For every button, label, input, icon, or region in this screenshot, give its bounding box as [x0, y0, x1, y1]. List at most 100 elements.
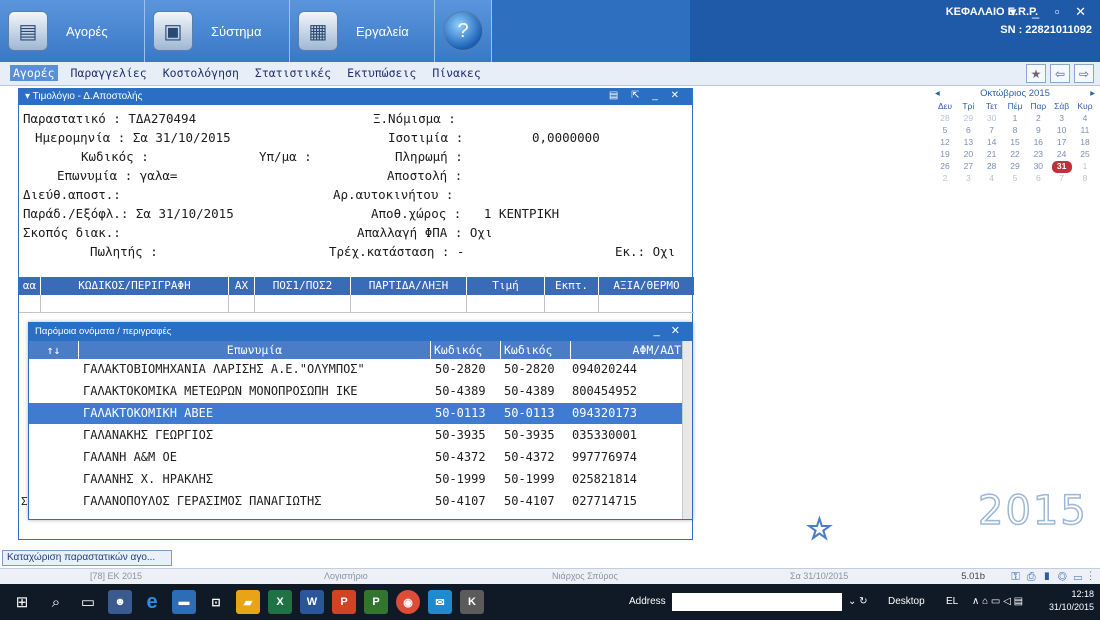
calendar-day[interactable]: 5 [935, 125, 955, 137]
field-name[interactable]: Επωνυμία : γαλα= [57, 168, 177, 183]
calendar-day[interactable]: 6 [1028, 173, 1048, 185]
excel-icon[interactable]: X [268, 590, 292, 614]
field-vat-exempt[interactable]: Απαλλαγή ΦΠΑ : Οχι [357, 225, 492, 240]
calendar-day[interactable]: 11 [1075, 125, 1095, 137]
calendar-day[interactable]: 14 [982, 137, 1002, 149]
calendar-day[interactable]: 18 [1075, 137, 1095, 149]
erp-app-icon[interactable]: K [460, 590, 484, 614]
calendar-day[interactable]: 7 [982, 125, 1002, 137]
calendar-day[interactable]: 27 [958, 161, 978, 173]
mail-icon[interactable]: ✉ [428, 590, 452, 614]
col-aa[interactable]: αα [19, 277, 41, 295]
calendar-day[interactable]: 28 [935, 113, 955, 125]
field-vehicle[interactable]: Αρ.αυτοκινήτου : [333, 187, 453, 202]
desktop-icon[interactable]: ▬ [172, 590, 196, 614]
calendar-day[interactable]: 5 [1005, 173, 1025, 185]
calendar-day[interactable]: 26 [935, 161, 955, 173]
list-item-selected[interactable]: ΓΑΛΑΚΤΟΚΟΜΙΚΗ ΑΒΕΕ 50-0113 50-0113 09432… [29, 403, 684, 424]
field-status[interactable]: Τρέχ.κατάσταση : - [329, 244, 464, 259]
calendar-day[interactable]: 2 [1028, 113, 1048, 125]
calendar-day[interactable]: 29 [1005, 161, 1025, 173]
calendar-day[interactable]: 1 [1075, 161, 1095, 173]
menu-purchases[interactable]: Αγορές [10, 65, 58, 81]
col-code1[interactable]: Κωδικός [431, 341, 501, 359]
calendar-day[interactable]: 24 [1052, 149, 1072, 161]
calendar-day[interactable]: 7 [1052, 173, 1072, 185]
list-item[interactable]: ΓΑΛΑΚΤΟΚΟΜΙΚΑ ΜΕΤΕΩΡΩΝ ΜΟΝΟΠΡΟΣΩΠΗ ΙΚΕ 5… [29, 381, 684, 402]
address-input[interactable] [672, 593, 842, 611]
calendar-day[interactable]: 8 [1075, 173, 1095, 185]
field-code[interactable]: Κωδικός : [81, 149, 149, 164]
window-controls[interactable]: ▾ _ ▫ ✕ [1010, 4, 1092, 20]
calendar-day[interactable]: 29 [958, 113, 978, 125]
calendar-day[interactable]: 16 [1028, 137, 1048, 149]
calendar-day[interactable]: 4 [982, 173, 1002, 185]
calendar-day[interactable]: 17 [1052, 137, 1072, 149]
menu-tables[interactable]: Πίνακες [429, 65, 483, 81]
col-ax[interactable]: ΑΧ [229, 277, 255, 295]
status-tool-icons[interactable]: ⚿ ⎙ ▮ ◎ ▭ ⋮ [1011, 571, 1094, 584]
word-icon[interactable]: W [300, 590, 324, 614]
task-view-icon[interactable]: ▭ [76, 590, 100, 614]
module-system[interactable]: ▣ Σύστημα [145, 0, 290, 62]
calendar-day[interactable]: 4 [1075, 113, 1095, 125]
list-item[interactable]: ΓΑΛΑΝΟΠΟΥΛΟΣ ΓΕΡΑΣΙΜΟΣ ΠΑΝΑΓΙΩΤΗΣ 50-410… [29, 491, 684, 512]
desktop-label[interactable]: Desktop [888, 596, 925, 607]
calendar-day[interactable]: 28 [982, 161, 1002, 173]
favorite-icon[interactable]: ★ [1026, 64, 1046, 83]
open-window-tab[interactable]: Καταχώριση παραστατικών αγο... [2, 550, 172, 566]
module-help[interactable]: ? [435, 0, 492, 62]
calendar-prev-icon[interactable]: ◂ [935, 88, 940, 99]
module-tools[interactable]: ▦ Εργαλεία [290, 0, 435, 62]
language-indicator[interactable]: EL [946, 596, 958, 607]
field-rate-value[interactable]: 0,0000000 [532, 130, 600, 145]
field-seller[interactable]: Πωλητής : [90, 244, 158, 259]
col-batch[interactable]: ΠΑΡΤΙΔΑ/ΛΗΞΗ [351, 277, 467, 295]
windows-start-icon[interactable]: ⊞ [10, 590, 34, 614]
project-icon[interactable]: P [364, 590, 388, 614]
col-price[interactable]: Τιμή [467, 277, 545, 295]
folder-icon[interactable]: ▰ [236, 590, 260, 614]
field-shipment[interactable]: Αποστολή : [387, 168, 462, 183]
menu-costing[interactable]: Κοστολόγηση [160, 65, 242, 81]
field-branch[interactable]: Υπ/μα : [259, 149, 312, 164]
calendar-day[interactable]: 10 [1052, 125, 1072, 137]
field-warehouse[interactable]: Αποθ.χώρος : 1 ΚΕΝΤΡΙΚΗ [371, 206, 559, 221]
calendar-next-icon[interactable]: ▸ [1090, 88, 1095, 99]
calendar-day[interactable]: 30 [1028, 161, 1048, 173]
chrome-icon[interactable]: ◉ [396, 590, 420, 614]
module-purchases[interactable]: ▤ Αγορές [0, 0, 145, 62]
calendar-day[interactable]: 2 [935, 173, 955, 185]
list-item[interactable]: ΓΑΛΑΝΗ Α&Μ ΟΕ 50-4372 50-4372 997776974 [29, 447, 684, 468]
refresh-icon[interactable]: ⌄ ↻ [848, 596, 868, 607]
field-purpose[interactable]: Σκοπός διακ.: [23, 225, 121, 240]
calendar-day[interactable]: 21 [982, 149, 1002, 161]
invoice-window-controls[interactable]: ▤ ⇱ _ ✕ [609, 90, 684, 101]
field-delivery[interactable]: Παράδ./Εξόφλ.: Σα 31/10/2015 [23, 206, 234, 221]
calendar-day[interactable]: 13 [958, 137, 978, 149]
lines-empty-row[interactable] [19, 295, 694, 313]
calendar-day[interactable]: 30 [982, 113, 1002, 125]
menu-statistics[interactable]: Στατιστικές [252, 65, 334, 81]
tray-icons[interactable]: ∧ ⌂ ▭ ◁ ▤ [972, 596, 1023, 607]
calendar-day[interactable]: 22 [1005, 149, 1025, 161]
field-ek[interactable]: Εκ.: Οχι [615, 244, 675, 259]
search-icon[interactable]: ⌕ [44, 590, 68, 614]
list-item[interactable]: ΓΑΛΑΝΑΚΗΣ ΓΕΩΡΓΙΟΣ 50-3935 50-3935 03533… [29, 425, 684, 446]
calendar-day[interactable]: 20 [958, 149, 978, 161]
calendar-day[interactable]: 15 [1005, 137, 1025, 149]
list-item[interactable]: ΓΑΛΑΝΗΣ Χ. ΗΡΑΚΛΗΣ 50-1999 50-1999 02582… [29, 469, 684, 490]
clock[interactable]: 12:18 31/10/2015 [1049, 588, 1094, 614]
store-icon[interactable]: ⊡ [204, 590, 228, 614]
calendar-day[interactable]: 6 [958, 125, 978, 137]
back-icon[interactable]: ⇦ [1050, 64, 1070, 83]
calendar-day[interactable]: 25 [1075, 149, 1095, 161]
field-payment[interactable]: Πληρωμή : [395, 149, 463, 164]
calendar-day[interactable]: 23 [1028, 149, 1048, 161]
col-value[interactable]: ΑΞΙΑ/ΘΕΡΜΟ [599, 277, 694, 295]
popup-controls[interactable]: _ ✕ [654, 324, 684, 337]
calendar-day[interactable]: 9 [1028, 125, 1048, 137]
forward-icon[interactable]: ⇨ [1074, 64, 1094, 83]
calendar-day[interactable]: 31 [1051, 161, 1072, 173]
list-item[interactable]: ΓΑΛΑΚΤΟΒΙΟΜΗΧΑΝΙΑ ΛΑΡΙΣΗΣ Α.Ε."ΟΛΥΜΠΟΣ" … [29, 359, 684, 380]
